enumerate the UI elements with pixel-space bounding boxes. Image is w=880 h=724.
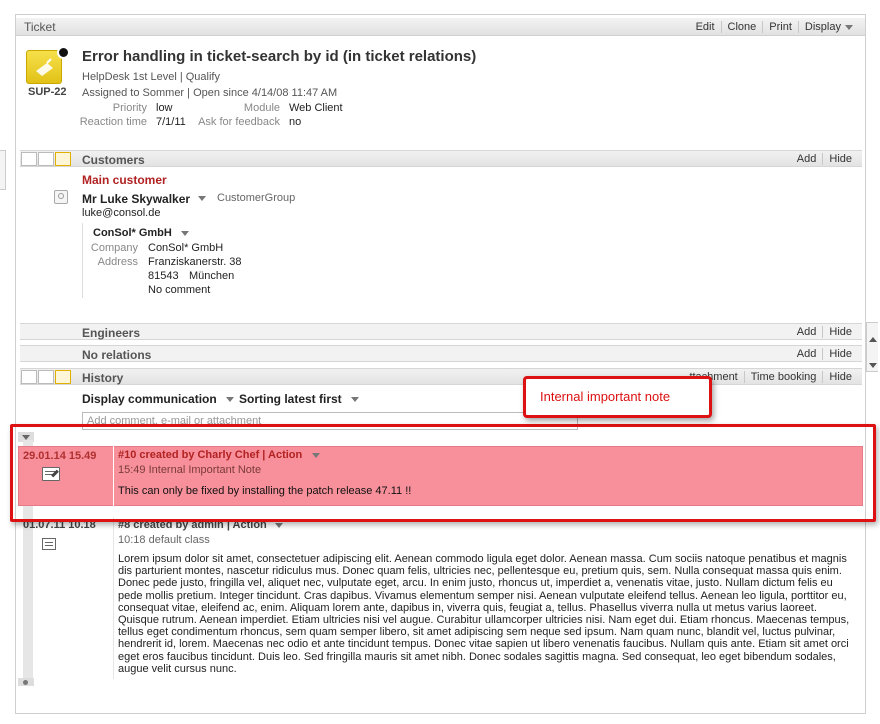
chevron-down-icon <box>350 397 359 403</box>
module-label: Module <box>243 102 280 114</box>
relations-hide-link[interactable]: Hide <box>822 348 858 360</box>
address-city: München <box>189 270 235 282</box>
customer-name[interactable]: Mr Luke Skywalker <box>82 192 190 206</box>
history-view-toggle-icons <box>21 370 71 384</box>
history-detail-view-icon[interactable] <box>55 370 71 384</box>
entry-body: Lorem ipsum dolor sit amet, consectetuer… <box>118 553 850 675</box>
time-booking-link[interactable]: Time booking <box>743 371 823 383</box>
clone-link[interactable]: Clone <box>720 21 763 33</box>
relations-actions: Add Hide <box>791 348 858 360</box>
relations-title: No relations <box>82 348 152 362</box>
highlight-frame <box>10 424 876 522</box>
right-scroll-handle[interactable] <box>866 322 878 372</box>
address-street: Franziskanerstr. 38 <box>148 256 242 268</box>
address-label: Address <box>97 256 138 268</box>
view-toggle-icons <box>21 152 71 166</box>
timeline-end-handle[interactable] <box>18 678 34 686</box>
history-compact-view-icon[interactable] <box>21 370 37 384</box>
print-link[interactable]: Print <box>762 21 798 33</box>
assigned-line: Assigned to Sommer | Open since 4/14/08 … <box>82 87 338 99</box>
chevron-down-icon <box>845 24 853 30</box>
chevron-down-icon <box>225 397 234 403</box>
queue-line: HelpDesk 1st Level | Qualify <box>82 71 220 83</box>
note-icon <box>42 538 56 550</box>
engineers-hide-link[interactable]: Hide <box>822 326 858 338</box>
company-menu-chevron-icon[interactable] <box>181 231 189 236</box>
priority-value: low <box>156 102 173 114</box>
customers-hide-link[interactable]: Hide <box>822 153 858 165</box>
ticket-header-bar: Ticket Edit Clone Print Display <box>16 18 865 36</box>
history-title: History <box>82 371 124 385</box>
customer-group: CustomerGroup <box>217 192 296 204</box>
customer-person-icon <box>54 190 68 204</box>
edit-link[interactable]: Edit <box>690 21 721 33</box>
relations-section-header: No relations Add Hide <box>20 345 862 362</box>
ticket-title: Error handling in ticket-search by id (i… <box>82 48 477 65</box>
address-zip: 81543 <box>148 270 179 282</box>
customers-add-link[interactable]: Add <box>791 153 823 165</box>
engineers-section-header: Engineers Add Hide <box>20 323 862 340</box>
module-value: Web Client <box>289 102 343 114</box>
company-name[interactable]: ConSol* GmbH <box>93 227 172 239</box>
company-label: Company <box>90 242 138 254</box>
company-value: ConSol* GmbH <box>148 242 224 254</box>
customer-email[interactable]: luke@consol.de <box>82 207 160 219</box>
status-dot-icon <box>57 46 70 59</box>
engineers-actions: Add Hide <box>791 326 858 338</box>
display-menu[interactable]: Display <box>797 21 859 33</box>
detail-view-icon[interactable] <box>55 152 71 166</box>
history-section-header: History ttachment Time booking Hide <box>20 368 862 385</box>
engineers-add-link[interactable]: Add <box>791 326 823 338</box>
reaction-value: 7/1/11 <box>156 116 186 128</box>
customers-title: Customers <box>82 153 145 167</box>
customer-comment: No comment <box>148 284 211 296</box>
ticket-id: SUP-22 <box>28 86 67 98</box>
history-hide-link[interactable]: Hide <box>822 371 858 383</box>
sorting-dropdown[interactable]: Sorting latest first <box>239 392 359 406</box>
display-communication-dropdown[interactable]: Display communication <box>82 392 234 406</box>
list-view-icon[interactable] <box>38 152 54 166</box>
reaction-label: Reaction time <box>79 116 147 128</box>
entry-subtitle: 10:18 default class <box>118 534 210 546</box>
company-divider <box>82 223 83 298</box>
chevron-down-icon <box>274 522 283 528</box>
left-panel-handle[interactable] <box>0 150 6 190</box>
priority-label: Priority <box>112 102 147 114</box>
entry-divider <box>113 517 114 679</box>
feedback-label: Ask for feedback <box>198 116 280 128</box>
compact-view-icon[interactable] <box>21 152 37 166</box>
customer-menu-chevron-icon[interactable] <box>198 196 206 201</box>
customers-section-header: Customers Add Hide <box>20 150 862 167</box>
history-list-view-icon[interactable] <box>38 370 54 384</box>
engineers-title: Engineers <box>82 326 141 340</box>
feedback-value: no <box>289 116 302 128</box>
main-customer-label: Main customer <box>82 173 167 187</box>
ticket-actions: Edit Clone Print Display <box>690 21 859 33</box>
relations-add-link[interactable]: Add <box>791 348 823 360</box>
ticket-header-title: Ticket <box>24 20 56 34</box>
internal-note-callout: Internal important note <box>523 376 712 418</box>
customers-actions: Add Hide <box>791 153 858 165</box>
